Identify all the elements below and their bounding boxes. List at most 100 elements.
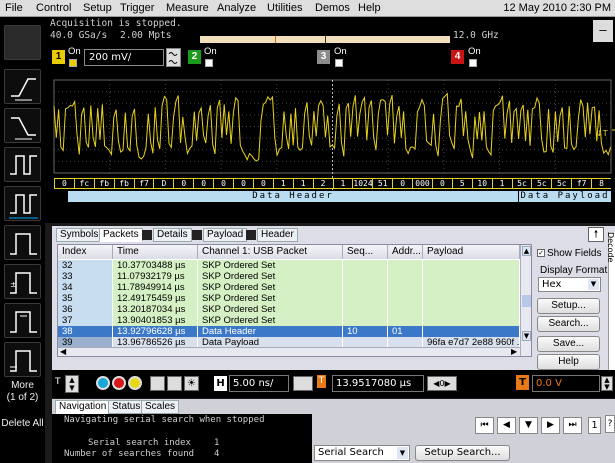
top-level-button[interactable] <box>4 303 41 338</box>
search-button[interactable]: Search... <box>537 316 600 332</box>
single-button-icon[interactable] <box>128 376 142 390</box>
nav-stop-button[interactable]: ▼ <box>519 417 538 434</box>
col-payload[interactable]: Payload <box>423 245 520 259</box>
nav-first-button[interactable]: ⏮ <box>475 417 494 434</box>
col-index[interactable]: Index <box>58 245 113 259</box>
tab-payload[interactable]: Payload <box>203 228 248 242</box>
run-indicator-icon[interactable] <box>96 376 110 390</box>
col-time[interactable]: Time <box>113 245 198 259</box>
period-button[interactable] <box>4 186 41 221</box>
help-button[interactable]: Help <box>537 354 600 370</box>
menu-measure[interactable]: Measure <box>166 2 209 14</box>
tab-header[interactable]: Header <box>257 228 298 242</box>
falling-edge-button[interactable] <box>4 108 41 143</box>
scroll-left-icon[interactable]: ◀ <box>60 347 66 356</box>
channel-3-checkbox[interactable] <box>335 59 343 67</box>
trigger-stepper[interactable]: ▲ ▼ <box>65 375 79 393</box>
data-payload-segment[interactable]: Data Payload <box>519 191 611 202</box>
scroll-down-icon[interactable]: ▼ <box>522 331 531 341</box>
scroll-right-icon[interactable]: ▶ <box>511 347 517 356</box>
base-level-button[interactable] <box>4 342 41 377</box>
coupling-toggle[interactable] <box>166 48 181 67</box>
timebase-field[interactable]: 5.00 ns/ <box>229 375 289 392</box>
setup-button[interactable]: Setup... <box>537 298 600 314</box>
nav-last-button[interactable]: ⏭ <box>563 417 582 434</box>
channel-2-checkbox[interactable] <box>205 59 213 67</box>
table-hscrollbar[interactable]: ◀ ▶ <box>58 347 520 356</box>
channel-3-badge[interactable]: 3 <box>317 50 330 64</box>
menu-demos[interactable]: Demos <box>315 2 350 14</box>
tab-details[interactable]: Details <box>153 228 192 242</box>
data-header-segment[interactable]: Data Header <box>68 191 518 202</box>
amplitude-button[interactable]: ± <box>4 264 41 299</box>
delay-stepper[interactable]: ◀0▶ <box>427 376 457 391</box>
chevron-down-icon: ▼ <box>588 279 599 290</box>
pulse-button[interactable] <box>4 225 41 260</box>
trigger-level-badge[interactable]: T <box>516 375 529 390</box>
save-button[interactable]: Save... <box>537 336 600 352</box>
packets-table[interactable]: Index Time Channel 1: USB Packet Seq... … <box>57 244 532 357</box>
scroll-thumb[interactable] <box>522 295 531 307</box>
minimize-button[interactable]: – <box>593 20 613 42</box>
expand-up-button[interactable]: 🠕 <box>588 227 604 242</box>
channel-4-checkbox[interactable] <box>469 59 477 67</box>
decode-side-tab[interactable]: Decode <box>606 232 615 372</box>
tab-status[interactable]: Status <box>108 400 145 414</box>
show-fields-option[interactable]: ✓ Show Fields <box>537 248 601 259</box>
tab-packets[interactable]: Packets <box>99 228 143 242</box>
default-setup-icon[interactable] <box>167 376 182 391</box>
menu-control[interactable]: Control <box>36 2 71 14</box>
pulse-width-button[interactable] <box>4 147 41 182</box>
tab-scales[interactable]: Scales <box>141 400 180 414</box>
col-seq[interactable]: Seq... <box>343 245 388 259</box>
trigger-level-field[interactable]: 0.0 V <box>532 375 600 392</box>
search-type-select[interactable]: Serial Search ▼ <box>314 445 410 461</box>
horizontal-stepper[interactable] <box>293 376 313 391</box>
scroll-up-icon[interactable]: ▲ <box>522 246 531 256</box>
menu-setup[interactable]: Setup <box>83 2 112 14</box>
table-row[interactable]: 34 11.78949914 µs SKP Ordered Set <box>58 282 520 293</box>
table-row[interactable]: 38 13.92796628 µs Data Header 10 01 <box>58 326 520 337</box>
table-row[interactable]: 36 13.20187034 µs SKP Ordered Set <box>58 304 520 315</box>
autoscale-icon[interactable] <box>150 376 165 391</box>
menu-help[interactable]: Help <box>358 2 381 14</box>
delete-all-button[interactable]: Delete All <box>0 418 45 430</box>
horizontal-h-badge[interactable]: H <box>214 376 227 391</box>
table-row[interactable]: 37 13.90401853 µs SKP Ordered Set <box>58 315 520 326</box>
channel-1-scale[interactable]: 200 mV/ <box>84 49 164 66</box>
waveform-display[interactable]: ↓T 0 fc fb fb f7 D 0 0 0 0 0 1 1 2 1 1024 51 0 000 0 5 10 1 5c 5… <box>45 70 615 223</box>
nav-prev-button[interactable]: ◀ <box>497 417 516 434</box>
menu-trigger[interactable]: Trigger <box>120 2 154 14</box>
tab-symbols[interactable]: Symbols <box>56 228 103 242</box>
table-row[interactable]: 32 10.37703488 µs SKP Ordered Set <box>58 260 520 271</box>
channel-1-on-label: On <box>68 46 81 57</box>
stop-button-icon[interactable] <box>112 376 126 390</box>
cell-index: 33 <box>58 271 113 282</box>
display-toggle-button[interactable] <box>4 25 41 60</box>
channel-4-badge[interactable]: 4 <box>451 50 464 64</box>
trigger-level-stepper[interactable]: ▲ ▼ <box>601 376 613 391</box>
left-sidebar: ± More (1 of 2) Delete All <box>0 17 45 463</box>
channel-1-checkbox[interactable] <box>69 59 77 67</box>
col-addr[interactable]: Addr... <box>388 245 423 259</box>
table-row[interactable]: 33 11.07932179 µs SKP Ordered Set <box>58 271 520 282</box>
show-fields-checkbox[interactable]: ✓ <box>537 249 545 258</box>
channel-2-badge[interactable]: 2 <box>188 50 201 64</box>
menu-file[interactable]: File <box>5 2 23 14</box>
col-packet[interactable]: Channel 1: USB Packet <box>198 245 343 259</box>
table-row[interactable]: 35 12.49175459 µs SKP Ordered Set <box>58 293 520 304</box>
delay-field[interactable]: 13.9517080 µs <box>332 375 424 392</box>
tab-navigation[interactable]: Navigation <box>55 400 111 414</box>
display-format-select[interactable]: Hex ▼ <box>538 277 601 292</box>
menu-utilities[interactable]: Utilities <box>267 2 302 14</box>
channel-1-badge[interactable]: 1 <box>52 50 65 64</box>
cell-index: 32 <box>58 260 113 271</box>
more-button[interactable]: More (1 of 2) <box>0 380 45 404</box>
rising-edge-button[interactable] <box>4 69 41 104</box>
setup-search-button[interactable]: Setup Search... <box>415 445 510 461</box>
table-vscrollbar[interactable]: ▲ ▼ <box>520 245 531 356</box>
menu-analyze[interactable]: Analyze <box>217 2 256 14</box>
nav-help-icon[interactable]: ? <box>605 415 615 433</box>
nav-next-button[interactable]: ▶ <box>541 417 560 434</box>
brightness-icon[interactable]: ☀ <box>184 376 199 391</box>
